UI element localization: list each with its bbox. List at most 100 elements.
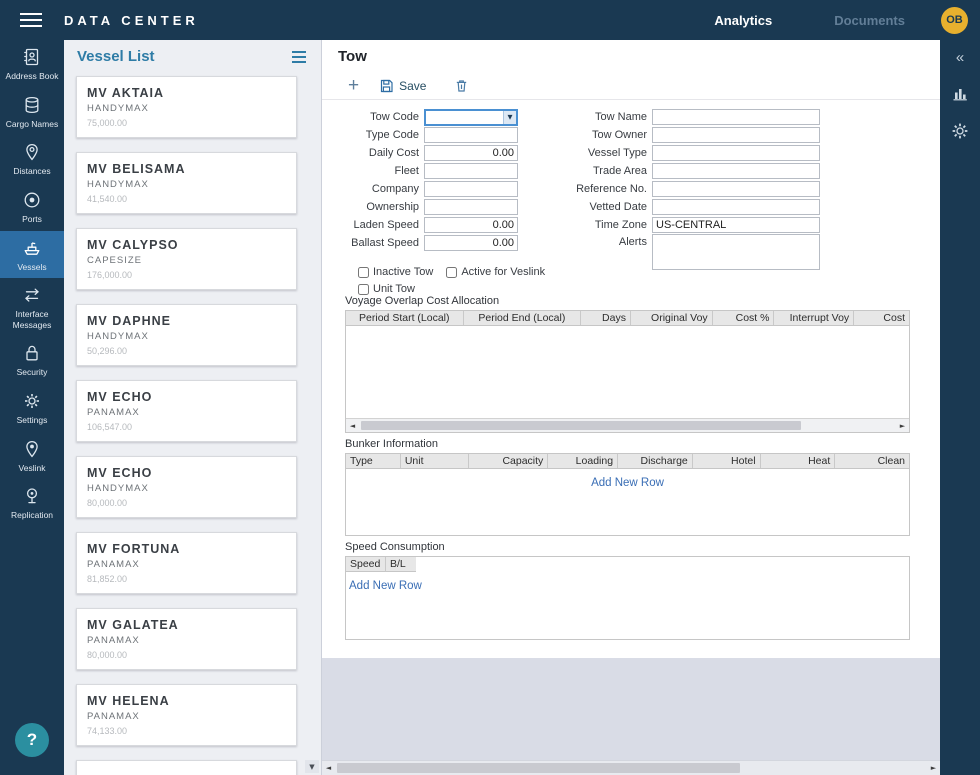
vessel-card-partial[interactable]	[76, 760, 297, 775]
sidebar-item-ports[interactable]: Ports	[0, 183, 64, 231]
analytics-chart-icon[interactable]	[950, 83, 970, 103]
address-book-icon	[22, 47, 42, 67]
topbar: DATA CENTER Analytics Documents OB	[0, 0, 980, 40]
scroll-thumb[interactable]	[337, 763, 740, 773]
ownership-label: Ownership	[345, 201, 424, 213]
vetted-date-label: Vetted Date	[550, 201, 652, 213]
vessel-class: PANAMAX	[87, 407, 286, 418]
add-button[interactable]: +	[346, 76, 361, 95]
tow-name-input[interactable]	[652, 109, 820, 125]
sidebar-item-vessels[interactable]: Vessels	[0, 231, 64, 279]
vessel-card[interactable]: MV DAPHNE HANDYMAX 50,296.00	[76, 304, 297, 366]
list-icon[interactable]	[289, 47, 309, 67]
speed-title: Speed Consumption	[345, 540, 910, 554]
reference-no-label: Reference No.	[550, 183, 652, 195]
settings-gear-icon[interactable]	[950, 121, 970, 141]
alerts-textarea[interactable]	[652, 234, 820, 270]
reference-no-input[interactable]	[652, 181, 820, 197]
company-input[interactable]	[424, 181, 518, 197]
vessel-dwt: 176,000.00	[87, 270, 286, 280]
company-label: Company	[345, 183, 424, 195]
vessel-type-input[interactable]	[652, 145, 820, 161]
inactive-tow-checkbox[interactable]	[358, 267, 369, 278]
vessel-cards: MV AKTAIA HANDYMAX 75,000.00 MV BELISAMA…	[64, 74, 321, 775]
collapse-panel-icon[interactable]: «	[956, 50, 964, 65]
vessel-dwt: 41,540.00	[87, 194, 286, 204]
column-header: Period End (Local)	[464, 311, 582, 325]
main-horizontal-scrollbar[interactable]: ◄ ►	[322, 760, 940, 775]
active-for-veslink-checkbox[interactable]	[446, 267, 457, 278]
scroll-right-icon[interactable]: ►	[896, 419, 909, 432]
sidebar-item-interface-messages[interactable]: Interface Messages	[0, 278, 64, 336]
scroll-track[interactable]	[359, 419, 896, 432]
vessel-card[interactable]: MV CALYPSO CAPESIZE 176,000.00	[76, 228, 297, 290]
active-for-veslink-label: Active for Veslink	[461, 266, 545, 278]
voyage-grid-scrollbar[interactable]: ◄ ►	[346, 418, 909, 432]
sidebar-item-cargo-names[interactable]: Cargo Names	[0, 88, 64, 136]
menu-icon[interactable]	[18, 10, 44, 30]
sidebar-item-label: Ports	[3, 214, 61, 225]
vessel-card[interactable]: MV HELENA PANAMAX 74,133.00	[76, 684, 297, 746]
fleet-input[interactable]	[424, 163, 518, 179]
vessel-card[interactable]: MV ECHO HANDYMAX 80,000.00	[76, 456, 297, 518]
tow-code-select[interactable]: ▼	[424, 109, 518, 126]
vessel-list-title: Vessel List	[77, 48, 155, 65]
unit-tow-checkbox[interactable]	[358, 284, 369, 295]
save-button[interactable]: Save	[379, 78, 426, 93]
sidebar-item-distances[interactable]: Distances	[0, 135, 64, 183]
laden-speed-label: Laden Speed	[345, 219, 424, 231]
help-button[interactable]: ?	[15, 723, 49, 757]
vessel-card[interactable]: MV BELISAMA HANDYMAX 41,540.00	[76, 152, 297, 214]
sidebar-item-label: Interface Messages	[3, 309, 61, 330]
vessel-class: PANAMAX	[87, 635, 286, 646]
nav-documents[interactable]: Documents	[834, 13, 905, 28]
ballast-speed-input[interactable]	[424, 235, 518, 251]
vessel-card[interactable]: MV ECHO PANAMAX 106,547.00	[76, 380, 297, 442]
column-header: Cost %	[713, 311, 775, 325]
ports-icon	[22, 190, 42, 210]
vessel-card[interactable]: MV FORTUNA PANAMAX 81,852.00	[76, 532, 297, 594]
scroll-left-icon[interactable]: ◄	[346, 419, 359, 432]
main-area: Tow + Save Tow Code ▼	[322, 40, 940, 775]
right-sidebar: «	[940, 40, 980, 775]
scroll-left-icon[interactable]: ◄	[322, 761, 335, 775]
scroll-right-icon[interactable]: ►	[927, 761, 940, 775]
bunker-add-new-row-link[interactable]: Add New Row	[346, 469, 909, 489]
voyage-overlap-grid: Period Start (Local) Period End (Local) …	[345, 310, 910, 433]
trade-area-input[interactable]	[652, 163, 820, 179]
vessel-name: MV HELENA	[87, 694, 286, 708]
delete-button[interactable]	[454, 78, 469, 93]
column-header: Days	[581, 311, 631, 325]
chevron-down-icon: ▼	[503, 111, 516, 124]
laden-speed-input[interactable]	[424, 217, 518, 233]
ownership-input[interactable]	[424, 199, 518, 215]
avatar[interactable]: OB	[941, 7, 968, 34]
sidebar-item-security[interactable]: Security	[0, 336, 64, 384]
sidebar-item-label: Settings	[3, 415, 61, 426]
sidebar-item-replication[interactable]: Replication	[0, 479, 64, 527]
scroll-down-icon[interactable]: ▼	[305, 760, 319, 773]
sidebar-item-settings[interactable]: Settings	[0, 384, 64, 432]
vessel-card[interactable]: MV AKTAIA HANDYMAX 75,000.00	[76, 76, 297, 138]
speed-add-new-row-link[interactable]: Add New Row	[349, 580, 422, 592]
scroll-thumb[interactable]	[361, 421, 801, 430]
column-header: Unit	[401, 454, 469, 468]
toolbar: + Save	[322, 72, 940, 100]
vessel-class: HANDYMAX	[87, 103, 286, 114]
sidebar-item-label: Address Book	[3, 71, 61, 82]
bunker-grid: Type Unit Capacity Loading Discharge Hot…	[345, 453, 910, 536]
sidebar-item-veslink[interactable]: Veslink	[0, 432, 64, 480]
bunker-header: Type Unit Capacity Loading Discharge Hot…	[346, 454, 909, 469]
nav-analytics[interactable]: Analytics	[714, 13, 772, 28]
sidebar-item-address-book[interactable]: Address Book	[0, 40, 64, 88]
time-zone-input[interactable]	[652, 217, 820, 233]
vessel-list-header: Vessel List	[64, 40, 321, 73]
vessel-class: PANAMAX	[87, 711, 286, 722]
vessel-card[interactable]: MV GALATEA PANAMAX 80,000.00	[76, 608, 297, 670]
vetted-date-input[interactable]	[652, 199, 820, 215]
tow-owner-input[interactable]	[652, 127, 820, 143]
scroll-track[interactable]	[335, 761, 927, 775]
daily-cost-input[interactable]	[424, 145, 518, 161]
active-for-veslink-checkbox-row: Active for Veslink	[446, 266, 545, 278]
type-code-input[interactable]	[424, 127, 518, 143]
